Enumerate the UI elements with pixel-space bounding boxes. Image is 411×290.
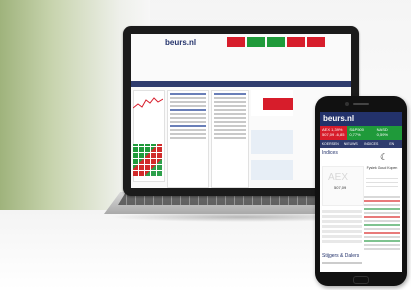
divider: [366, 186, 398, 187]
ticker-detail: 507,09 -6,85: [322, 132, 345, 137]
list-item[interactable]: [322, 230, 362, 233]
phone-ticker-sp500[interactable]: S&P500 0,77%: [347, 126, 375, 140]
list-item[interactable]: [322, 220, 362, 223]
ticker-change: 0,77%: [349, 132, 361, 137]
section-title: Indices: [322, 150, 338, 156]
laptop-heatmap: [133, 144, 163, 176]
list-item[interactable]: [322, 210, 362, 213]
table-row[interactable]: [364, 196, 400, 198]
laptop-news-column: [167, 90, 209, 188]
tab-koersen[interactable]: KOERSEN: [320, 140, 341, 148]
gold-promo-heading[interactable]: Fysiek Goud Kopen: [364, 166, 400, 170]
aex-watermark: AEX: [328, 172, 349, 183]
laptop-ticker[interactable]: [287, 37, 305, 47]
home-button[interactable]: [353, 276, 369, 284]
table-row[interactable]: [364, 224, 400, 226]
divider: [366, 178, 398, 179]
camera-icon: [345, 102, 349, 106]
aex-value: 507,09: [334, 185, 347, 190]
movers-heading: Stijgers & Dalers: [322, 253, 360, 259]
laptop-red-banner[interactable]: [263, 98, 293, 110]
table-row[interactable]: [364, 244, 400, 246]
phone-screen: beurs.nl AEX 1,39% 507,09 -6,85 S&P500 0…: [320, 112, 402, 272]
laptop-list-column: [211, 90, 249, 188]
table-row[interactable]: [364, 204, 400, 206]
phone-ticker-bar: AEX 1,39% 507,09 -6,85 S&P500 0,77% NASD…: [320, 126, 402, 140]
tab-nieuws[interactable]: NIEUWS: [341, 140, 362, 148]
phone-site-logo[interactable]: beurs.nl: [323, 114, 354, 123]
tab-indices[interactable]: INDICES: [361, 140, 382, 148]
table-row[interactable]: [364, 216, 400, 218]
list-item[interactable]: [322, 225, 362, 228]
table-row[interactable]: [364, 208, 400, 210]
laptop-ticker[interactable]: [227, 37, 245, 47]
speaker-icon: [353, 103, 369, 105]
tab-more[interactable]: EN: [382, 140, 403, 148]
moon-icon: ☾: [380, 152, 389, 162]
laptop-nav-bar[interactable]: [131, 81, 351, 87]
laptop-ticker-bar: [227, 37, 325, 47]
phone-ticker-nasd[interactable]: NASD 0,59%: [374, 126, 402, 140]
laptop-site-logo[interactable]: beurs.nl: [165, 38, 196, 47]
table-row[interactable]: [364, 248, 400, 250]
list-item[interactable]: [322, 215, 362, 218]
laptop-ticker[interactable]: [247, 37, 265, 47]
divider: [366, 182, 398, 183]
laptop-ad-block[interactable]: [251, 160, 293, 180]
divider: [322, 262, 362, 264]
laptop-ticker[interactable]: [267, 37, 285, 47]
laptop-ad-block[interactable]: [251, 130, 293, 154]
table-row[interactable]: [364, 212, 400, 214]
ticker-change: 0,59%: [376, 132, 388, 137]
smartphone: beurs.nl AEX 1,39% 507,09 -6,85 S&P500 0…: [315, 96, 407, 286]
table-row[interactable]: [364, 236, 400, 238]
phone-quote-table: [364, 194, 400, 252]
table-row[interactable]: [364, 232, 400, 234]
list-item[interactable]: [322, 240, 362, 243]
laptop-ticker[interactable]: [307, 37, 325, 47]
table-row[interactable]: [364, 240, 400, 242]
list-item[interactable]: [322, 235, 362, 238]
phone-list-left: [322, 208, 362, 245]
table-row[interactable]: [364, 200, 400, 202]
table-row[interactable]: [364, 220, 400, 222]
table-row[interactable]: [364, 228, 400, 230]
laptop-chart: [133, 97, 163, 109]
phone-ticker-aex[interactable]: AEX 1,39% 507,09 -6,85: [320, 126, 348, 140]
phone-tab-bar: KOERSEN NIEUWS INDICES EN: [320, 140, 402, 148]
phone-header: beurs.nl: [320, 112, 402, 126]
